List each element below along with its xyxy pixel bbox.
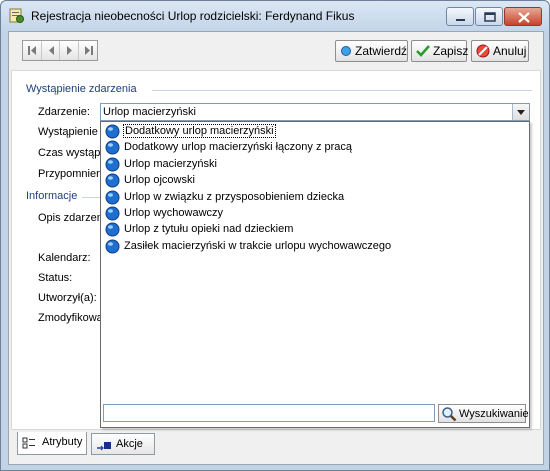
status-label: Status: [38,272,73,284]
attributes-icon [22,437,35,449]
minimize-icon [456,19,465,21]
modified-by-label: Zmodyfikowa [38,312,103,324]
next-record-button[interactable] [60,41,79,60]
event-label: Zdarzenie: [38,106,90,118]
toolbar: Zatwierdź Zapisz Anuluj [9,32,543,70]
prev-record-button[interactable] [42,41,60,60]
save-label: Zapisz [433,44,469,58]
window-title: Rejestracja nieobecności Urlop rodziciel… [31,9,355,23]
dropdown-item-label: Urlop wychowawczy [124,207,224,219]
event-combo-dropdown-button[interactable] [512,104,529,120]
dropdown-item-label: Urlop w związku z przysposobieniem dziec… [124,190,345,203]
search-button[interactable]: Wyszukiwanie [438,404,529,423]
tab-attributes-label: Atrybuty [42,436,83,448]
event-type-icon [105,157,120,172]
dropdown-item-label: Zasiłek macierzyński w trakcie urlopu wy… [124,239,392,252]
event-type-icon [105,140,120,155]
first-icon [28,46,36,55]
cancel-label: Anuluj [493,44,527,58]
dropdown-item[interactable]: Urlop ojcowski [103,173,527,189]
section-divider [82,197,100,198]
app-icon [9,8,24,23]
prev-icon [48,46,54,55]
cancel-icon [476,44,490,58]
close-button[interactable] [504,7,542,26]
event-type-icon [105,173,120,188]
chevron-down-icon [517,110,525,115]
save-button[interactable]: Zapisz [411,40,469,62]
tab-attributes[interactable]: Atrybuty [17,432,87,455]
event-type-icon [105,206,120,221]
reminder-label: Przypomnien [38,168,103,180]
title-bar[interactable]: Rejestracja nieobecności Urlop rodziciel… [1,1,549,31]
dropdown-item[interactable]: Urlop macierzyński [103,157,527,173]
window: Rejestracja nieobecności Urlop rodziciel… [0,0,550,471]
close-icon [518,12,530,23]
checkmark-icon [416,45,430,57]
event-type-icon [105,190,120,205]
last-record-button[interactable] [79,41,97,60]
dropdown-item[interactable]: Urlop w związku z przysposobieniem dziec… [103,190,527,206]
dropdown-item-label: Dodatkowy urlop macierzyński [123,124,276,138]
section-event-title: Wystąpienie zdarzenia [26,83,137,95]
event-combo-value: Urlop macierzyński [103,106,196,118]
dropdown-search-input[interactable] [103,404,435,422]
dropdown-item-label: Urlop ojcowski [124,174,195,187]
section-divider [152,90,532,91]
record-navigator [22,40,98,61]
confirm-button[interactable]: Zatwierdź [335,40,408,62]
dropdown-item[interactable]: Dodatkowy urlop macierzyński [103,124,527,140]
tab-actions[interactable]: Akcje [91,433,155,455]
next-icon [67,46,72,55]
event-type-icon [105,124,120,139]
dropdown-item[interactable]: Zasiłek macierzyński w trakcie urlopu wy… [103,239,527,255]
occurrence-label: Wystąpienie [38,126,98,138]
dropdown-item[interactable]: Dodatkowy urlop macierzyński łączony z p… [103,140,527,156]
maximize-icon [484,12,496,22]
tab-actions-label: Akcje [116,438,143,450]
dropdown-item[interactable]: Urlop z tytułu opieki nad dzieckiem [103,222,527,238]
maximize-button[interactable] [475,7,503,26]
confirm-label: Zatwierdź [355,44,408,58]
search-icon [442,407,457,422]
dialog-client: Zatwierdź Zapisz Anuluj Wystąpienie zdar… [8,31,544,465]
minimize-button[interactable] [446,7,474,26]
attributes-panel: Wystąpienie zdarzenia Zdarzenie: Wystąpi… [11,70,541,430]
event-combo[interactable]: Urlop macierzyński [100,103,530,121]
section-info-title: Informacje [26,190,78,202]
cancel-button[interactable]: Anuluj [471,40,529,62]
dropdown-item[interactable]: Urlop wychowawczy [103,206,527,222]
dropdown-item-label: Dodatkowy urlop macierzyński łączony z p… [124,141,353,154]
search-button-label: Wyszukiwanie [459,408,529,420]
calendar-label: Kalendarz: [38,252,91,264]
event-type-icon [105,239,120,254]
duration-label: Czas wystąp [38,147,101,159]
actions-icon [97,442,111,451]
confirm-icon [341,46,351,56]
created-by-label: Utworzył(a): [38,292,97,304]
dropdown-search-bar: Wyszukiwanie [102,403,529,423]
tab-strip: Atrybuty Akcje [13,432,213,456]
dropdown-item-label: Urlop macierzyński [124,157,217,170]
event-dropdown-list: Dodatkowy urlop macierzyński Dodatkowy ur… [100,121,530,428]
description-label: Opis zdarzen [38,212,103,224]
dropdown-item-label: Urlop z tytułu opieki nad dzieckiem [124,223,294,236]
first-record-button[interactable] [23,41,42,60]
last-icon [84,46,93,55]
event-type-icon [105,222,120,237]
